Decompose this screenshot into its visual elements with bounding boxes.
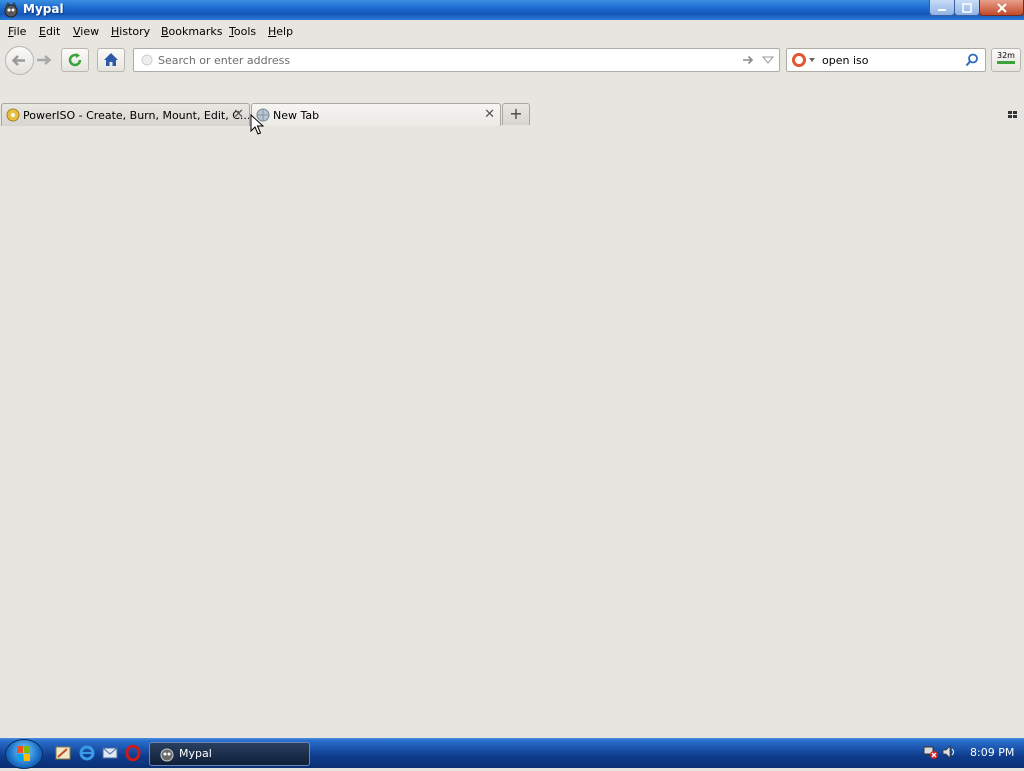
taskbar-clock[interactable]: 8:09 PM — [970, 746, 1014, 759]
close-button[interactable] — [979, 0, 1024, 16]
menu-bookmarks-rest: ookmarks — [168, 25, 223, 38]
minimize-button[interactable] — [929, 0, 955, 16]
taskbar-window-label: Mypal — [179, 747, 212, 760]
reload-icon — [68, 53, 82, 67]
page-content — [0, 126, 1024, 738]
menu-tools-rest: ools — [233, 25, 257, 38]
taskbar-window-mypal[interactable]: Mypal — [149, 742, 310, 766]
navigation-toolbar: 32m — [0, 44, 1024, 76]
close-icon — [996, 2, 1007, 13]
plus-icon: + — [509, 104, 523, 123]
opera-icon[interactable] — [125, 745, 141, 761]
history-dropdown-icon[interactable] — [762, 54, 774, 66]
menu-bookmarks-accel: B — [161, 25, 169, 38]
start-button[interactable] — [5, 739, 43, 769]
tab-poweriso[interactable]: PowerISO - Create, Burn, Mount, Edit, C.… — [1, 103, 250, 126]
menu-file-rest: ile — [13, 25, 27, 38]
search-icon[interactable] — [965, 53, 979, 67]
new-tab-button[interactable]: + — [502, 103, 530, 125]
volume-icon[interactable] — [941, 744, 957, 760]
back-button[interactable] — [5, 46, 34, 75]
page-identity-icon — [141, 54, 153, 66]
forward-button[interactable] — [33, 52, 55, 68]
menu-edit[interactable]: Edit — [39, 25, 60, 38]
menu-view[interactable]: View — [73, 25, 99, 38]
maximize-icon — [962, 2, 972, 13]
memory-value: 32m — [997, 51, 1015, 60]
tab-label: PowerISO - Create, Burn, Mount, Edit, C.… — [23, 109, 250, 122]
menu-history-rest: istory — [119, 25, 151, 38]
window-title: Mypal — [23, 2, 64, 16]
tab-new-tab[interactable]: New Tab ✕ — [251, 103, 501, 127]
windows-logo-icon — [17, 746, 30, 761]
search-input[interactable] — [822, 52, 957, 68]
mail-icon[interactable] — [102, 745, 118, 761]
home-icon — [104, 53, 118, 66]
back-arrow-icon — [11, 55, 25, 66]
forward-arrow-icon — [37, 55, 52, 65]
internet-explorer-icon[interactable] — [79, 745, 95, 761]
search-bar[interactable] — [786, 48, 986, 72]
address-input[interactable] — [158, 52, 718, 68]
title-bar: Mypal — [0, 0, 1024, 20]
menu-bookmarks[interactable]: Bookmarks — [161, 25, 222, 38]
tab-close-icon[interactable]: ✕ — [484, 107, 495, 122]
menu-tools[interactable]: Tools — [229, 25, 256, 38]
mouse-cursor-icon — [250, 114, 264, 135]
tab-label: New Tab — [273, 109, 320, 122]
menu-history[interactable]: History — [111, 25, 150, 38]
poweriso-favicon-icon — [6, 108, 20, 122]
minimize-icon — [938, 8, 946, 11]
tab-groups-icon[interactable] — [1007, 109, 1019, 121]
mypal-logo-icon — [4, 2, 18, 18]
memory-indicator-button[interactable]: 32m — [991, 48, 1021, 72]
maximize-button[interactable] — [954, 0, 980, 16]
duckduckgo-icon[interactable] — [790, 51, 816, 69]
go-arrow-icon[interactable] — [741, 53, 755, 67]
quicklaunch-app-icon[interactable] — [55, 745, 71, 761]
menu-edit-accel: E — [39, 25, 46, 38]
address-bar[interactable] — [133, 48, 780, 72]
menu-help-rest: elp — [276, 25, 294, 38]
memory-bar — [997, 61, 1015, 64]
network-status-icon[interactable] — [923, 744, 939, 760]
menu-view-rest: iew — [80, 25, 100, 38]
menu-edit-rest: dit — [45, 25, 61, 38]
mypal-logo-icon — [160, 748, 174, 762]
tab-strip: PowerISO - Create, Burn, Mount, Edit, C.… — [0, 101, 1024, 127]
reload-button[interactable] — [61, 48, 89, 72]
menu-file[interactable]: File — [8, 25, 26, 38]
home-button[interactable] — [97, 48, 125, 72]
tab-close-icon[interactable]: ✕ — [233, 107, 244, 122]
menu-bar: File Edit View History Bookmarks Tools H… — [0, 22, 1024, 42]
menu-help[interactable]: Help — [268, 25, 293, 38]
